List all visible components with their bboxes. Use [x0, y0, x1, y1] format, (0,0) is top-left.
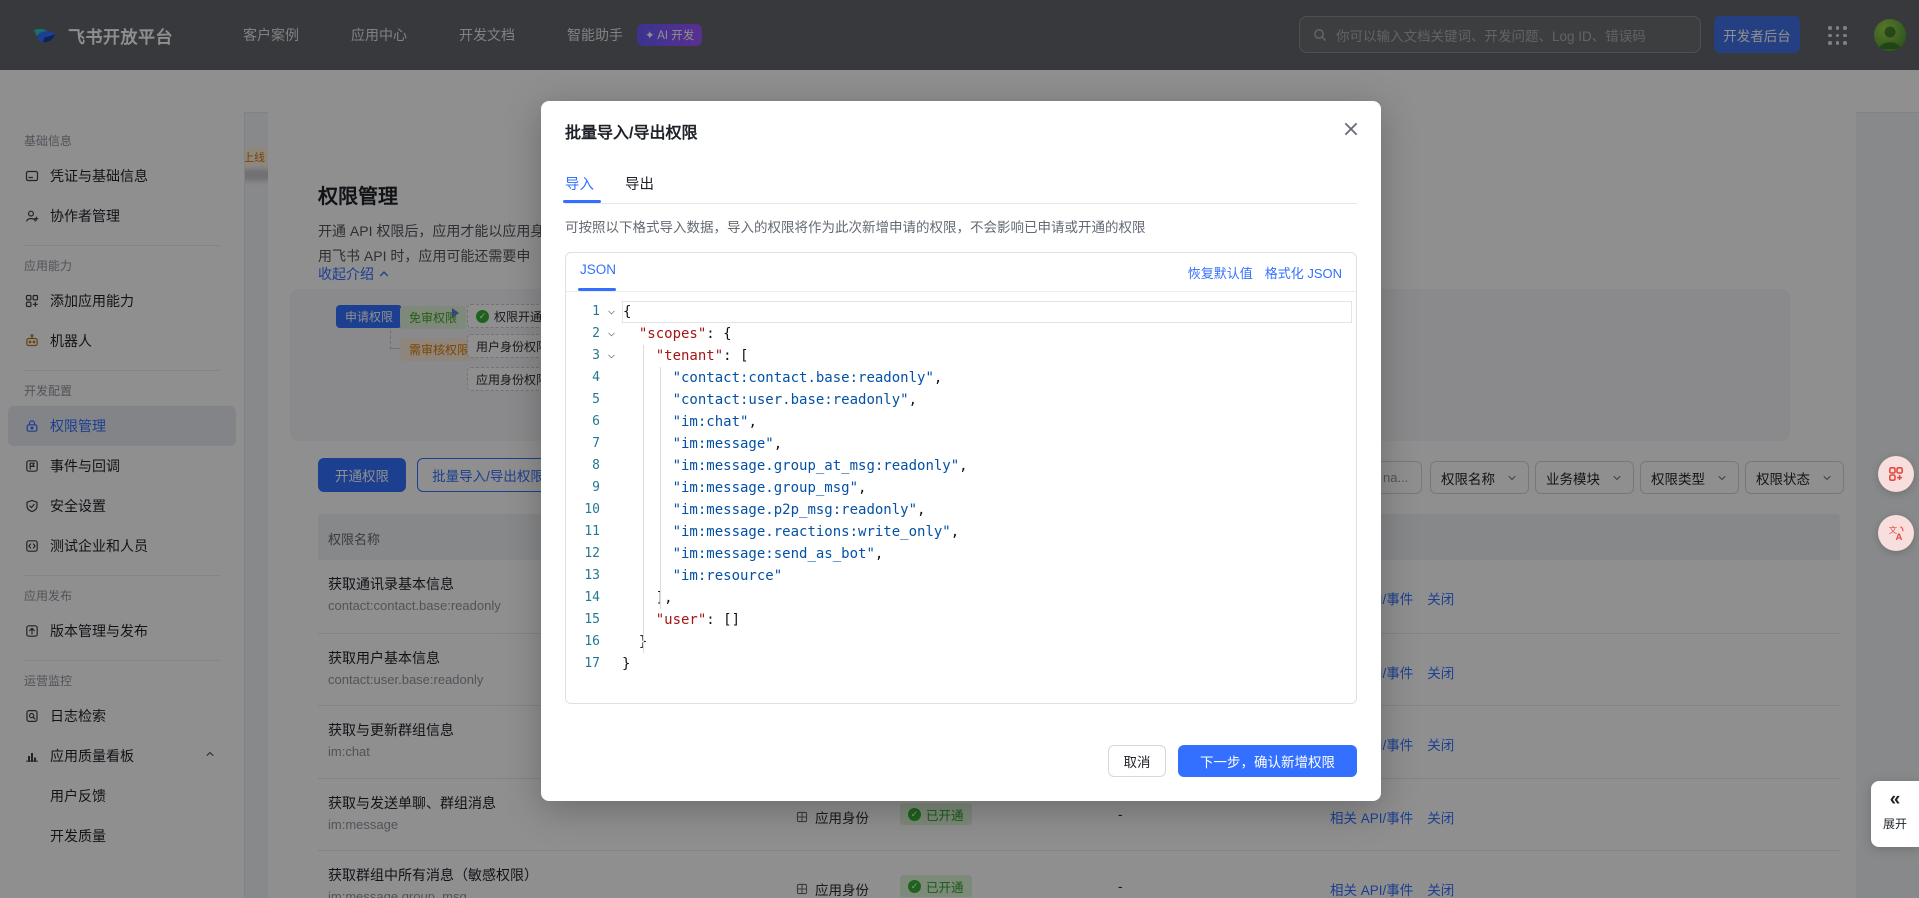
modal-tab-bar: 导入 导出	[565, 167, 1357, 204]
line-number: 3	[566, 345, 600, 367]
line-number: 7	[566, 433, 600, 455]
svg-text:A: A	[1895, 532, 1902, 542]
code-content: }	[622, 631, 1352, 653]
fold-gutter	[600, 433, 622, 455]
fold-gutter	[600, 455, 622, 477]
code-line-17: 17}	[566, 653, 1356, 675]
code-line-13: 13 "im:resource"	[566, 565, 1356, 587]
code-line-12: 12 "im:message:send_as_bot",	[566, 543, 1356, 565]
line-number: 13	[566, 565, 600, 587]
code-line-3: 3 "tenant": [	[566, 345, 1356, 367]
modal-title: 批量导入/导出权限	[565, 119, 697, 143]
code-line-6: 6 "im:chat",	[566, 411, 1356, 433]
code-content: "tenant": [	[622, 345, 1352, 367]
fold-gutter	[600, 587, 622, 609]
translate-float-button[interactable]: 文 A	[1878, 515, 1914, 551]
code-line-16: 16 }	[566, 631, 1356, 653]
line-number: 16	[566, 631, 600, 653]
code-content: ],	[622, 587, 1352, 609]
fold-gutter	[600, 367, 622, 389]
line-number: 12	[566, 543, 600, 565]
tab-export[interactable]: 导出	[625, 173, 654, 194]
tab-import[interactable]: 导入	[565, 173, 594, 194]
line-number: 4	[566, 367, 600, 389]
line-number: 17	[566, 653, 600, 675]
code-line-2: 2 "scopes": {	[566, 323, 1356, 345]
line-number: 9	[566, 477, 600, 499]
line-number: 15	[566, 609, 600, 631]
code-content: }	[622, 653, 1352, 675]
close-icon[interactable]	[1341, 119, 1361, 139]
code-line-4: 4 "contact:contact.base:readonly",	[566, 367, 1356, 389]
code-content: {	[622, 301, 1352, 323]
double-chevron-left-icon: «	[1871, 789, 1919, 811]
code-content: "im:message.group_msg",	[622, 477, 1352, 499]
fold-gutter	[600, 411, 622, 433]
batch-import-export-modal: 批量导入/导出权限 导入 导出 可按照以下格式导入数据，导入的权限将作为此次新增…	[541, 101, 1381, 801]
code-content: "im:message.reactions:write_only",	[622, 521, 1352, 543]
editor-format-tab[interactable]: JSON	[580, 262, 616, 277]
editor-header: JSON 恢复默认值 格式化 JSON	[566, 253, 1356, 292]
code-line-10: 10 "im:message.p2p_msg:readonly",	[566, 499, 1356, 521]
line-number: 6	[566, 411, 600, 433]
fold-gutter	[600, 477, 622, 499]
code-content: "contact:contact.base:readonly",	[622, 367, 1352, 389]
fold-gutter	[600, 653, 622, 675]
code-line-11: 11 "im:message.reactions:write_only",	[566, 521, 1356, 543]
code-line-15: 15 "user": []	[566, 609, 1356, 631]
fold-gutter	[600, 389, 622, 411]
code-content: "im:message:send_as_bot",	[622, 543, 1352, 565]
expand-panel-button[interactable]: « 展开	[1871, 781, 1919, 847]
code-line-7: 7 "im:message",	[566, 433, 1356, 455]
line-number: 5	[566, 389, 600, 411]
code-content: "contact:user.base:readonly",	[622, 389, 1352, 411]
code-content: "scopes": {	[622, 323, 1352, 345]
confirm-next-button[interactable]: 下一步，确认新增权限	[1178, 745, 1357, 777]
fold-gutter	[600, 521, 622, 543]
mini-app-icon	[1887, 465, 1905, 483]
fold-gutter	[600, 631, 622, 653]
editor-code-area[interactable]: 1{2 "scopes": {3 "tenant": [4 "contact:c…	[566, 291, 1356, 703]
line-number: 8	[566, 455, 600, 477]
line-number: 14	[566, 587, 600, 609]
line-number: 10	[566, 499, 600, 521]
application-root: 飞书开放平台 客户案例应用中心开发文档智能助手 ✦ AI 开发 你可以输入文档关…	[0, 0, 1919, 898]
fold-gutter	[600, 565, 622, 587]
code-content: "im:chat",	[622, 411, 1352, 433]
line-number: 2	[566, 323, 600, 345]
indent-guide	[643, 345, 644, 653]
expand-label: 展开	[1871, 815, 1919, 832]
fold-gutter	[600, 543, 622, 565]
code-content: "im:message.p2p_msg:readonly",	[622, 499, 1352, 521]
modal-description: 可按照以下格式导入数据，导入的权限将作为此次新增申请的权限，不会影响已申请或开通…	[565, 216, 1146, 236]
restore-default-link[interactable]: 恢复默认值	[1188, 263, 1253, 282]
json-editor: JSON 恢复默认值 格式化 JSON 1{2 "scopes": {3 "te…	[565, 252, 1357, 704]
line-number: 11	[566, 521, 600, 543]
code-content: "im:message",	[622, 433, 1352, 455]
fold-gutter	[600, 499, 622, 521]
format-json-link[interactable]: 格式化 JSON	[1265, 263, 1342, 282]
active-tab-underline	[563, 200, 601, 203]
cancel-button[interactable]: 取消	[1108, 745, 1166, 777]
fold-chevron-icon[interactable]	[600, 301, 622, 323]
indent-guide	[660, 367, 661, 609]
code-content: "im:resource"	[622, 565, 1352, 587]
code-line-5: 5 "contact:user.base:readonly",	[566, 389, 1356, 411]
mini-app-float-button[interactable]	[1878, 456, 1914, 492]
fold-chevron-icon[interactable]	[600, 323, 622, 345]
code-line-8: 8 "im:message.group_at_msg:readonly",	[566, 455, 1356, 477]
translate-icon: 文 A	[1887, 524, 1905, 542]
fold-chevron-icon[interactable]	[600, 345, 622, 367]
code-line-9: 9 "im:message.group_msg",	[566, 477, 1356, 499]
code-line-1: 1{	[566, 301, 1356, 323]
line-number: 1	[566, 301, 600, 323]
code-line-14: 14 ],	[566, 587, 1356, 609]
code-content: "user": []	[622, 609, 1352, 631]
editor-actions: 恢复默认值 格式化 JSON	[1188, 263, 1342, 282]
fold-gutter	[600, 609, 622, 631]
code-content: "im:message.group_at_msg:readonly",	[622, 455, 1352, 477]
